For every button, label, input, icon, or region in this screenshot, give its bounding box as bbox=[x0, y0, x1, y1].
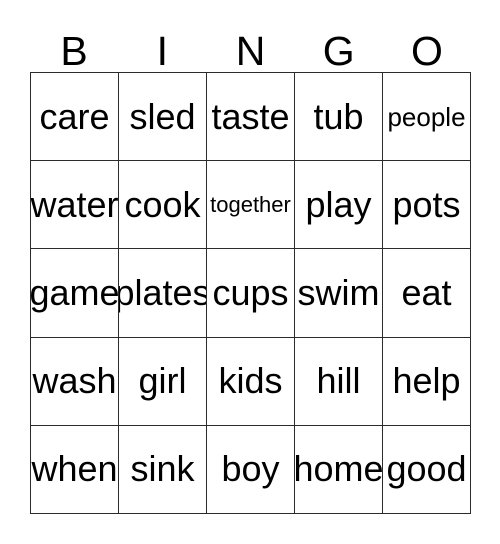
bingo-cell-label: hill bbox=[316, 360, 361, 402]
bingo-cell[interactable]: people bbox=[383, 73, 471, 162]
bingo-cell-label: plates bbox=[119, 271, 207, 313]
bingo-cell-label: eat bbox=[401, 271, 452, 313]
header-letter-o: O bbox=[410, 28, 443, 74]
bingo-cell-label: water bbox=[31, 183, 119, 225]
header-letter-n: N bbox=[235, 28, 266, 74]
bingo-cell-label: game bbox=[31, 271, 119, 313]
bingo-cell-label: people bbox=[387, 101, 466, 132]
bingo-cell[interactable]: kids bbox=[207, 337, 295, 426]
bingo-cell-label: sink bbox=[130, 448, 195, 490]
bingo-cell-label: swim bbox=[297, 271, 380, 313]
header-letter-b: B bbox=[60, 28, 88, 74]
bingo-cell[interactable]: eat bbox=[383, 249, 471, 338]
bingo-cell-label: sled bbox=[129, 95, 196, 137]
bingo-cell[interactable]: plates bbox=[119, 249, 207, 338]
bingo-cell-label: taste bbox=[211, 95, 290, 137]
bingo-cell-label: pots bbox=[392, 183, 461, 225]
bingo-cell-label: kids bbox=[218, 360, 283, 402]
header-letter-g: G bbox=[322, 28, 355, 74]
bingo-cell[interactable]: hill bbox=[295, 337, 383, 426]
bingo-cell[interactable]: sink bbox=[119, 425, 207, 514]
header-letter-i: I bbox=[156, 28, 168, 74]
bingo-cell-label: cook bbox=[124, 183, 201, 225]
bingo-cell-label: cups bbox=[212, 271, 289, 313]
bingo-cell-label: play bbox=[305, 183, 372, 225]
bingo-cell[interactable]: when bbox=[31, 425, 119, 514]
bingo-cell-label: care bbox=[39, 95, 110, 137]
bingo-cell[interactable]: help bbox=[383, 337, 471, 426]
bingo-cell-label: girl bbox=[138, 360, 187, 402]
bingo-cell-label: home bbox=[295, 448, 383, 490]
bingo-cell[interactable]: home bbox=[295, 425, 383, 514]
bingo-cell[interactable]: pots bbox=[383, 161, 471, 250]
bingo-cell[interactable]: taste bbox=[207, 73, 295, 162]
bingo-cell-label: together bbox=[210, 191, 291, 217]
bingo-cell-label: boy bbox=[221, 448, 280, 490]
bingo-cell-label: tub bbox=[313, 95, 364, 137]
bingo-cell-label: help bbox=[392, 360, 461, 402]
bingo-cell[interactable]: care bbox=[31, 73, 119, 162]
bingo-cell[interactable]: tub bbox=[295, 73, 383, 162]
bingo-cell[interactable]: cups bbox=[207, 249, 295, 338]
bingo-grid: care sled taste tub people water cook to… bbox=[30, 72, 471, 514]
bingo-cell[interactable]: water bbox=[31, 161, 119, 250]
bingo-cell[interactable]: cook bbox=[119, 161, 207, 250]
bingo-card: B I N G O care sled taste tub people wat… bbox=[0, 0, 500, 544]
bingo-cell[interactable]: good bbox=[383, 425, 471, 514]
bingo-header-row: B I N G O bbox=[30, 22, 471, 72]
bingo-cell[interactable]: play bbox=[295, 161, 383, 250]
bingo-cell[interactable]: wash bbox=[31, 337, 119, 426]
bingo-cell-label: good bbox=[386, 448, 467, 490]
bingo-cell[interactable]: swim bbox=[295, 249, 383, 338]
bingo-cell-label: when bbox=[31, 448, 118, 490]
bingo-cell[interactable]: girl bbox=[119, 337, 207, 426]
bingo-cell[interactable]: boy bbox=[207, 425, 295, 514]
bingo-cell[interactable]: game bbox=[31, 249, 119, 338]
bingo-cell[interactable]: together bbox=[207, 161, 295, 250]
bingo-cell[interactable]: sled bbox=[119, 73, 207, 162]
bingo-cell-label: wash bbox=[32, 360, 117, 402]
